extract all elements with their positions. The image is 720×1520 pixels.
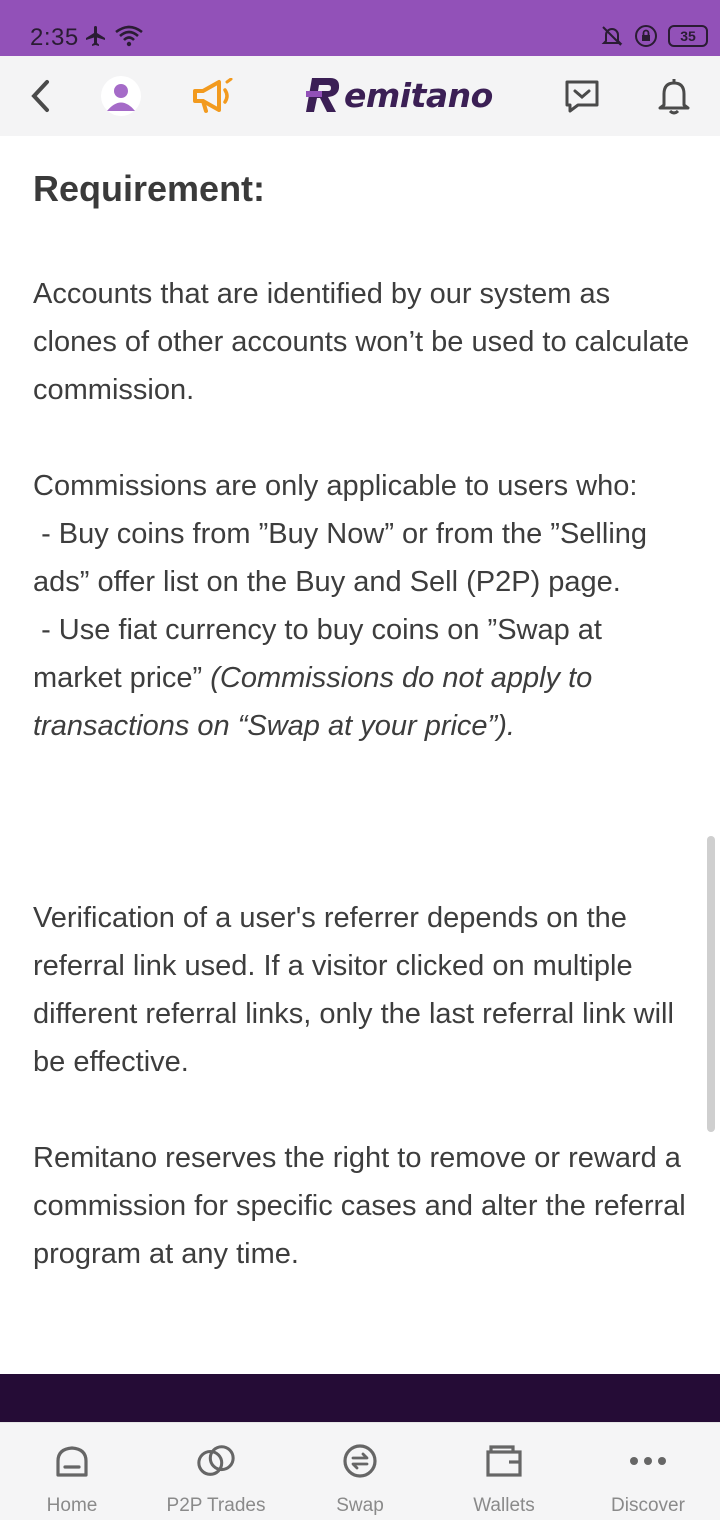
commission-eligibility-paragraph: Commissions are only applicable to users… <box>33 462 693 750</box>
p2p-trades-icon <box>197 1445 235 1476</box>
chevron-left-icon <box>31 80 49 112</box>
nav-home[interactable]: Home <box>0 1423 144 1520</box>
nav-p2p-trades[interactable]: P2P Trades <box>144 1423 288 1520</box>
referrer-verification-paragraph: Verification of a user's referrer depend… <box>33 902 674 1078</box>
nav-swap[interactable]: Swap <box>288 1423 432 1520</box>
app-header: emitano <box>0 56 720 136</box>
footer-band <box>0 1374 720 1422</box>
remitano-r-logo-icon <box>306 78 340 112</box>
eligibility-buy-coins: - Buy coins from ”Buy Now” or from the ”… <box>33 518 656 598</box>
remitano-logo[interactable]: emitano <box>306 70 493 120</box>
status-bar: 2:35 35 <box>0 0 720 56</box>
notifications-button[interactable] <box>650 56 698 136</box>
back-button[interactable] <box>18 56 62 136</box>
scrollbar[interactable] <box>707 836 715 1132</box>
home-icon <box>56 1446 88 1477</box>
avatar <box>101 76 141 116</box>
battery-indicator: 35 <box>668 25 708 47</box>
eligibility-swap: - Use fiat currency to buy coins on ”Swa… <box>33 606 693 750</box>
status-time: 2:35 <box>30 24 79 51</box>
nav-wallets-label: Wallets <box>473 1495 535 1516</box>
mute-bell-icon <box>601 26 623 46</box>
nav-discover-label: Discover <box>611 1495 685 1516</box>
chat-icon <box>565 80 599 113</box>
profile-button[interactable] <box>98 56 144 136</box>
rights-reserved-paragraph: Remitano reserves the right to remove or… <box>33 1142 686 1270</box>
clone-accounts-paragraph: Accounts that are identified by our syst… <box>33 278 690 406</box>
nav-p2p-trades-label: P2P Trades <box>166 1495 266 1516</box>
more-dots-icon <box>630 1457 666 1465</box>
nav-home-label: Home <box>46 1495 98 1516</box>
chat-button[interactable] <box>558 56 606 136</box>
section-heading: Requirement: <box>33 168 266 209</box>
swap-icon <box>343 1444 377 1478</box>
bell-icon <box>658 79 690 115</box>
lock-rotation-icon <box>635 25 657 47</box>
nav-wallets[interactable]: Wallets <box>432 1423 576 1520</box>
announcements-button[interactable] <box>186 56 240 136</box>
nav-discover[interactable]: Discover <box>576 1423 720 1520</box>
megaphone-icon <box>193 78 233 113</box>
wifi-icon <box>115 25 143 47</box>
eligibility-intro: Commissions are only applicable to users… <box>33 470 638 502</box>
wallet-icon <box>486 1445 522 1477</box>
bottom-navigation: Home P2P Trades Swap Wallets Discover <box>0 1422 720 1520</box>
nav-swap-label: Swap <box>336 1495 384 1516</box>
airplane-mode-icon <box>86 26 105 46</box>
brand-name: emitano <box>344 75 493 115</box>
